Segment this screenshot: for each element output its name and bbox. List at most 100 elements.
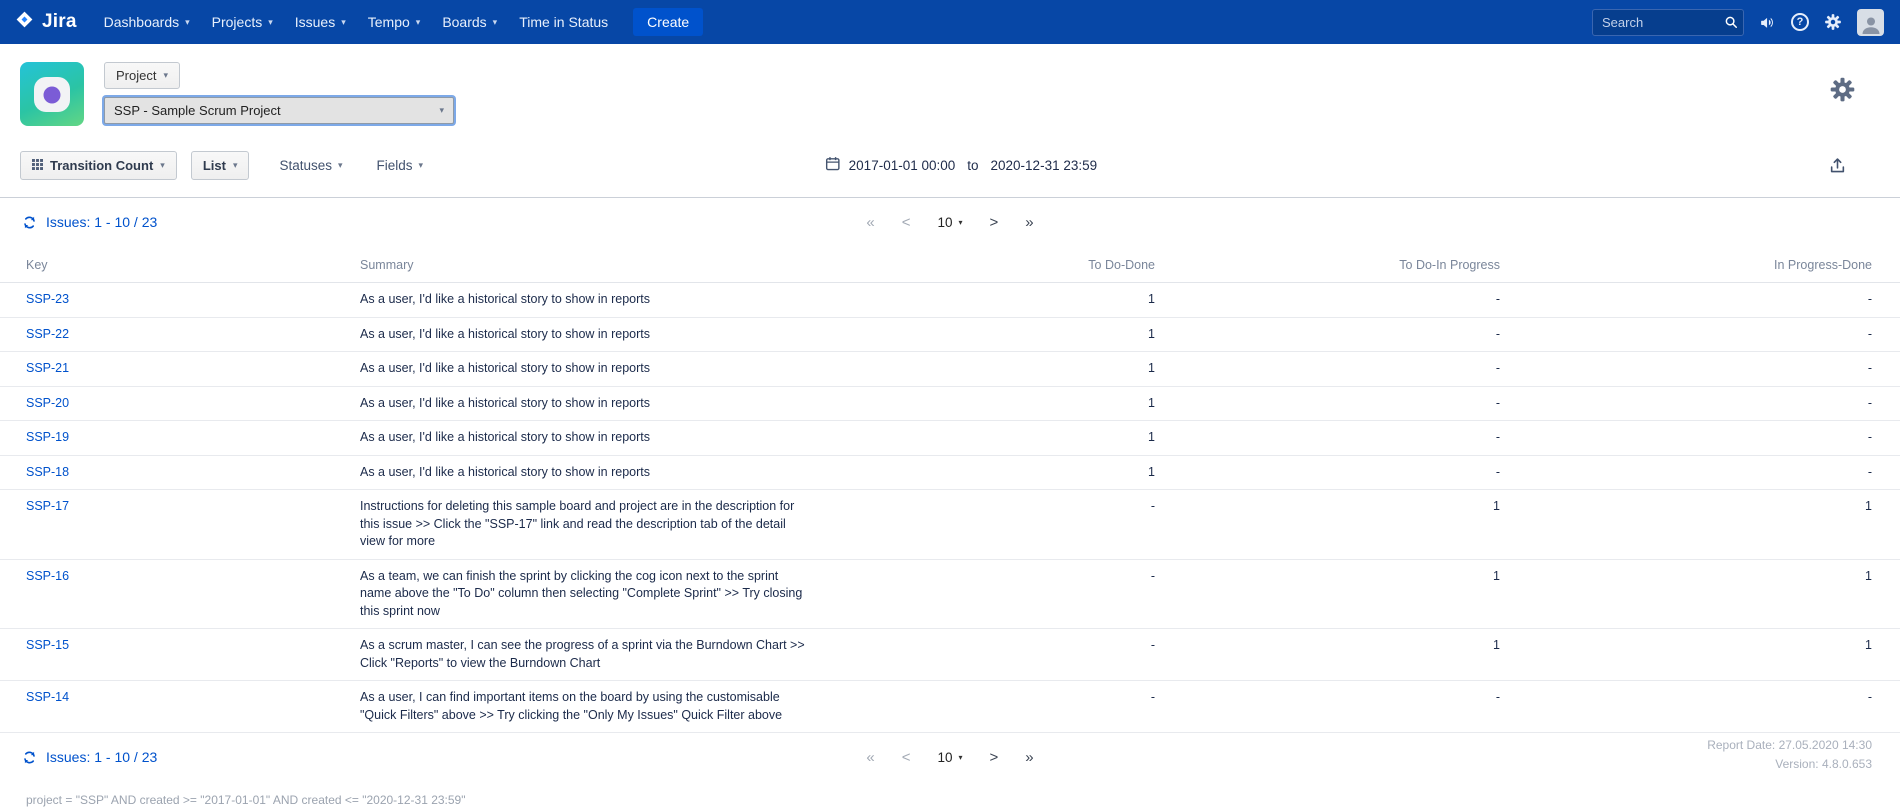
- chevron-down-icon: ▾: [233, 160, 238, 171]
- project-avatar-face: [34, 77, 70, 112]
- user-avatar[interactable]: [1857, 9, 1884, 36]
- column-header-todo-done[interactable]: To Do-Done: [835, 252, 1165, 283]
- todo-done-value: -: [835, 681, 1165, 733]
- report-meta: Report Date: 27.05.2020 14:30 Version: 4…: [1707, 736, 1872, 774]
- issue-key-link[interactable]: SSP-14: [26, 690, 69, 704]
- issue-key-link[interactable]: SSP-21: [26, 361, 69, 375]
- table-row: SSP-14 As a user, I can find important i…: [0, 681, 1900, 733]
- issue-summary: Instructions for deleting this sample bo…: [350, 490, 835, 560]
- column-header-inprogress-done[interactable]: In Progress-Done: [1510, 252, 1900, 283]
- statuses-dropdown[interactable]: Statuses ▾: [279, 158, 342, 173]
- todo-done-value: 1: [835, 317, 1165, 352]
- export-icon[interactable]: [1829, 157, 1846, 174]
- refresh-icon[interactable]: [22, 750, 37, 765]
- issue-summary: As a team, we can finish the sprint by c…: [350, 559, 835, 629]
- issue-key-link[interactable]: SSP-15: [26, 638, 69, 652]
- date-from: 2017-01-01 00:00: [849, 158, 956, 173]
- issue-key-link[interactable]: SSP-18: [26, 465, 69, 479]
- next-page-button[interactable]: >: [990, 749, 999, 766]
- report-settings-gear-icon[interactable]: [1829, 76, 1856, 103]
- inprogress-done-value: -: [1510, 681, 1900, 733]
- help-icon[interactable]: ?: [1791, 13, 1809, 31]
- jql-query: project = "SSP" AND created >= "2017-01-…: [0, 781, 1900, 807]
- report-toolbar: Transition Count ▾ List ▾ Statuses ▾ Fie…: [0, 150, 1900, 180]
- next-page-button[interactable]: >: [990, 214, 999, 231]
- todo-inprogress-value: 1: [1165, 490, 1510, 560]
- prev-page-button[interactable]: <: [902, 214, 911, 231]
- issue-summary: As a user, I'd like a historical story t…: [350, 455, 835, 490]
- prev-page-button[interactable]: <: [902, 749, 911, 766]
- report-type-label: Transition Count: [50, 158, 153, 173]
- inprogress-done-value: -: [1510, 421, 1900, 456]
- search-box: [1592, 9, 1744, 36]
- nav-item-issues[interactable]: Issues ▾: [284, 0, 357, 44]
- nav-item-time-in-status[interactable]: Time in Status: [508, 0, 619, 44]
- nav-item-label: Time in Status: [519, 14, 608, 30]
- table-row: SSP-20 As a user, I'd like a historical …: [0, 386, 1900, 421]
- nav-item-label: Dashboards: [104, 14, 180, 30]
- column-header-summary[interactable]: Summary: [350, 252, 835, 283]
- question-mark: ?: [1791, 13, 1809, 31]
- nav-item-projects[interactable]: Projects ▾: [201, 0, 284, 44]
- table-header-row: Key Summary To Do-Done To Do-In Progress…: [0, 252, 1900, 283]
- table-row: SSP-18 As a user, I'd like a historical …: [0, 455, 1900, 490]
- project-select-value: SSP - Sample Scrum Project: [114, 103, 281, 118]
- table-row: SSP-17 Instructions for deleting this sa…: [0, 490, 1900, 560]
- todo-done-value: -: [835, 559, 1165, 629]
- announcement-icon[interactable]: [1759, 14, 1776, 31]
- issue-key-link[interactable]: SSP-20: [26, 396, 69, 410]
- todo-done-value: -: [835, 490, 1165, 560]
- create-button[interactable]: Create: [633, 8, 703, 36]
- issue-key-link[interactable]: SSP-17: [26, 499, 69, 513]
- last-page-button[interactable]: »: [1025, 749, 1033, 766]
- issue-key-link[interactable]: SSP-23: [26, 292, 69, 306]
- project-select[interactable]: SSP - Sample Scrum Project ▾: [104, 97, 454, 124]
- table-row: SSP-21 As a user, I'd like a historical …: [0, 352, 1900, 387]
- nav-item-boards[interactable]: Boards ▾: [431, 0, 508, 44]
- jira-logo[interactable]: Jira: [14, 9, 77, 35]
- first-page-button[interactable]: «: [866, 214, 874, 231]
- project-header: Project ▾ SSP - Sample Scrum Project ▾: [0, 44, 1900, 126]
- issue-key-link[interactable]: SSP-22: [26, 327, 69, 341]
- chevron-down-icon: ▾: [416, 17, 421, 28]
- settings-icon[interactable]: [1824, 13, 1842, 31]
- todo-inprogress-value: -: [1165, 352, 1510, 387]
- column-header-key[interactable]: Key: [0, 252, 350, 283]
- first-page-button[interactable]: «: [866, 749, 874, 766]
- jira-logo-icon: [14, 9, 35, 35]
- issue-summary: As a user, I can find important items on…: [350, 681, 835, 733]
- issue-summary: As a user, I'd like a historical story t…: [350, 352, 835, 387]
- search-input[interactable]: [1592, 9, 1744, 36]
- top-navigation: Jira Dashboards ▾ Projects ▾ Issues ▾ Te…: [0, 0, 1900, 44]
- inprogress-done-value: -: [1510, 352, 1900, 387]
- table-row: SSP-16 As a team, we can finish the spri…: [0, 559, 1900, 629]
- project-type-button[interactable]: Project ▾: [104, 62, 180, 89]
- date-range-picker[interactable]: 2017-01-01 00:00 to 2020-12-31 23:59: [826, 156, 1097, 174]
- nav-right: ?: [1592, 9, 1884, 36]
- issue-key-link[interactable]: SSP-19: [26, 430, 69, 444]
- project-controls: Project ▾ SSP - Sample Scrum Project ▾: [104, 62, 454, 124]
- todo-inprogress-value: -: [1165, 317, 1510, 352]
- issue-key-link[interactable]: SSP-16: [26, 569, 69, 583]
- grid-icon: [32, 158, 43, 173]
- column-header-todo-inprogress[interactable]: To Do-In Progress: [1165, 252, 1510, 283]
- report-type-button[interactable]: Transition Count ▾: [20, 151, 177, 180]
- nav-item-dashboards[interactable]: Dashboards ▾: [93, 0, 201, 44]
- inprogress-done-value: 1: [1510, 629, 1900, 681]
- search-icon[interactable]: [1724, 15, 1738, 29]
- last-page-button[interactable]: »: [1025, 214, 1033, 231]
- results-bar-bottom: Issues: 1 - 10 / 23 « < 10 ▾ > » Report …: [0, 733, 1900, 781]
- issues-count-link[interactable]: Issues: 1 - 10 / 23: [46, 749, 157, 765]
- view-type-button[interactable]: List ▾: [191, 151, 250, 180]
- table-row: SSP-23 As a user, I'd like a historical …: [0, 283, 1900, 318]
- fields-dropdown[interactable]: Fields ▾: [377, 158, 424, 173]
- todo-done-value: 1: [835, 283, 1165, 318]
- results-bar-top: Issues: 1 - 10 / 23 « < 10 ▾ > »: [0, 198, 1900, 246]
- issues-count-link[interactable]: Issues: 1 - 10 / 23: [46, 214, 157, 230]
- nav-item-tempo[interactable]: Tempo ▾: [357, 0, 432, 44]
- page-size-select[interactable]: 10 ▾: [937, 215, 962, 230]
- refresh-icon[interactable]: [22, 215, 37, 230]
- page-size-select[interactable]: 10 ▾: [937, 750, 962, 765]
- chevron-down-icon: ▾: [493, 17, 498, 28]
- nav-item-label: Projects: [212, 14, 263, 30]
